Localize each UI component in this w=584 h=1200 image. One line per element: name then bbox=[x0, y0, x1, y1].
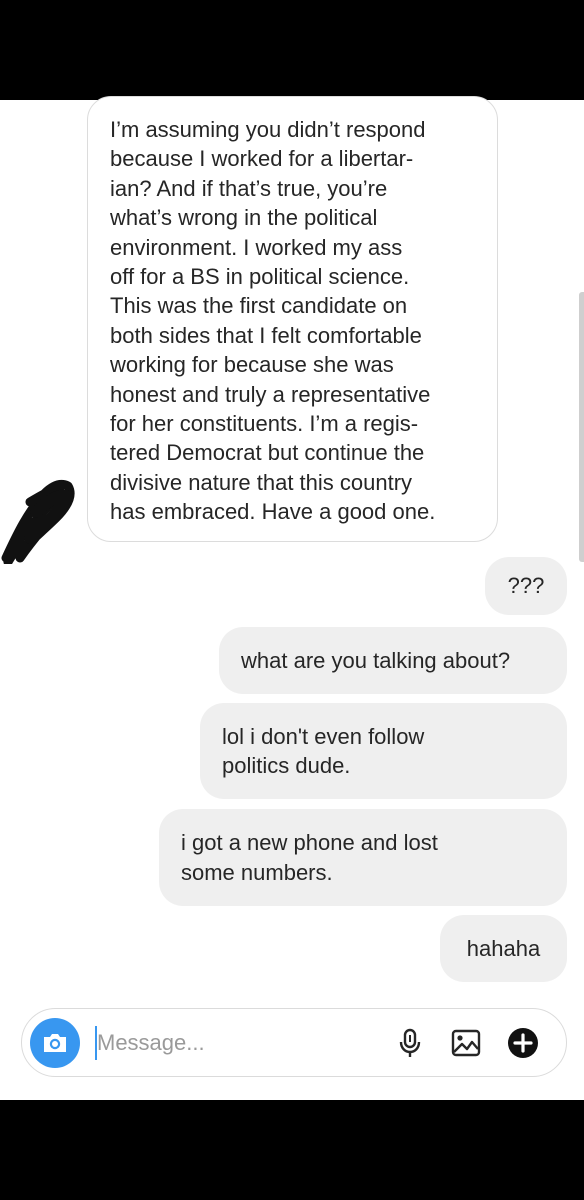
redacted-avatar-scribble bbox=[1, 479, 75, 564]
status-bar-area bbox=[0, 0, 584, 100]
camera-button[interactable] bbox=[30, 1018, 80, 1068]
outgoing-message-bubble[interactable]: hahaha bbox=[440, 915, 567, 982]
incoming-message-bubble[interactable]: I’m assuming you didn’t respond because … bbox=[87, 96, 498, 542]
message-input[interactable] bbox=[97, 1023, 357, 1063]
message-composer bbox=[21, 1008, 567, 1077]
gallery-icon[interactable] bbox=[450, 1027, 482, 1059]
outgoing-message-bubble[interactable]: what are you talking about? bbox=[219, 627, 567, 694]
scrollbar[interactable] bbox=[579, 292, 584, 562]
camera-icon bbox=[44, 1034, 66, 1052]
outgoing-message-bubble[interactable]: i got a new phone and lost some numbers. bbox=[159, 809, 567, 906]
microphone-icon[interactable] bbox=[394, 1027, 426, 1059]
navigation-bar-area bbox=[0, 1100, 584, 1200]
outgoing-message-bubble[interactable]: ??? bbox=[485, 557, 567, 615]
plus-icon[interactable] bbox=[507, 1027, 539, 1059]
outgoing-message-bubble[interactable]: lol i don't even follow politics dude. bbox=[200, 703, 567, 799]
